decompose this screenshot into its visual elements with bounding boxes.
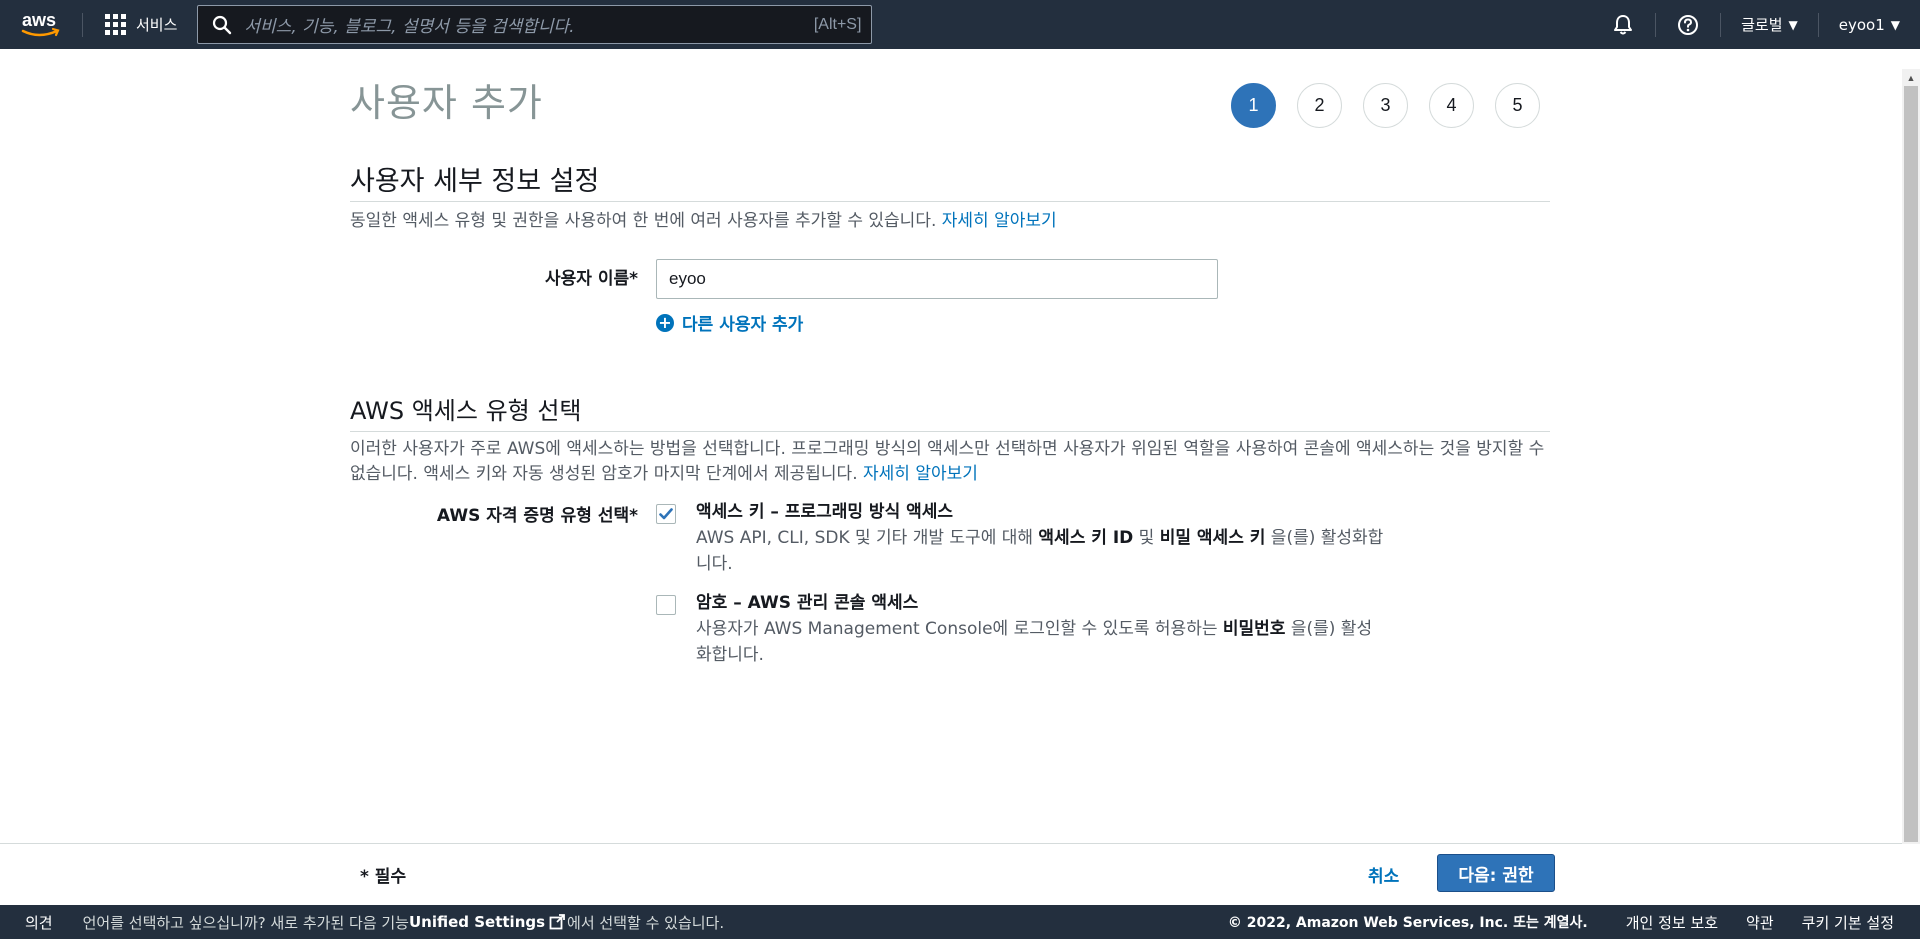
account-dropdown[interactable]: eyoo1 ▼ (1819, 0, 1920, 49)
search-icon (213, 15, 232, 34)
nav-right: 글로벌 ▼ eyoo1 ▼ (1591, 0, 1920, 49)
description-text: 동일한 액세스 유형 및 권한을 사용하여 한 번에 여러 사용자를 추가할 수… (350, 211, 937, 231)
step-4[interactable]: 4 (1429, 83, 1474, 128)
aws-logo-icon: aws (21, 10, 60, 36)
user-details-heading: 사용자 세부 정보 설정 (350, 166, 600, 197)
top-navigation: aws 서비스 서비스, 기능, 블로그, 설명서 등을 검색합니다. [Alt… (0, 0, 1920, 49)
option-title: 암호 – AWS 관리 콘솔 액세스 (696, 593, 919, 613)
search-shortcut: [Alt+S] (813, 15, 862, 33)
services-label: 서비스 (136, 16, 178, 34)
external-link-icon (549, 914, 565, 930)
aws-logo[interactable]: aws (0, 0, 82, 49)
console-footer: 의견 언어를 선택하고 싶으십니까? 새로 추가된 다음 기능 Unified … (0, 905, 1920, 939)
user-details-description: 동일한 액세스 유형 및 권한을 사용하여 한 번에 여러 사용자를 추가할 수… (350, 209, 1550, 234)
step-2[interactable]: 2 (1297, 83, 1342, 128)
step-1[interactable]: 1 (1231, 83, 1276, 128)
svg-text:aws: aws (22, 10, 56, 30)
plus-circle-icon: + (656, 313, 674, 332)
cancel-button[interactable]: 취소 (1368, 862, 1399, 887)
username-label: 사용자 이름* (544, 269, 638, 289)
option-description: AWS API, CLI, SDK 및 기타 개발 도구에 대해 액세스 키 I… (696, 528, 1384, 574)
wizard-steps: 1 2 3 4 5 (1231, 83, 1540, 128)
option-title: 액세스 키 – 프로그래밍 방식 액세스 (696, 502, 954, 522)
footer-links: © 2022, Amazon Web Services, Inc. 또는 계열사… (1228, 905, 1920, 939)
add-another-user-label: 다른 사용자 추가 (682, 315, 804, 335)
caret-down-icon: ▼ (1890, 17, 1900, 32)
required-note: * 필수 (360, 867, 407, 887)
search-input[interactable]: 서비스, 기능, 블로그, 설명서 등을 검색합니다. [Alt+S] (197, 5, 873, 44)
caret-down-icon: ▼ (1788, 17, 1798, 32)
access-type-heading: AWS 액세스 유형 선택 (350, 397, 582, 425)
notifications-button[interactable] (1591, 0, 1655, 49)
credential-type-label: AWS 자격 증명 유형 선택* (436, 506, 638, 526)
grid-icon (105, 14, 126, 35)
password-option: 암호 – AWS 관리 콘솔 액세스 사용자가 AWS Management C… (696, 590, 1396, 668)
scroll-up-arrow-icon[interactable]: ▲ (1902, 69, 1920, 86)
section-divider (350, 431, 1550, 432)
username-field[interactable] (656, 259, 1218, 299)
learn-more-link[interactable]: 자세히 알아보기 (863, 464, 978, 484)
region-dropdown[interactable]: 글로벌 ▼ (1721, 0, 1818, 49)
step-3[interactable]: 3 (1363, 83, 1408, 128)
page-scrollbar[interactable]: ▲ (1902, 69, 1920, 844)
bell-icon (1614, 14, 1633, 34)
region-label: 글로벌 (1741, 16, 1783, 34)
terms-link[interactable]: 약관 (1746, 912, 1774, 933)
access-key-option: 액세스 키 – 프로그래밍 방식 액세스 AWS API, CLI, SDK 및… (696, 499, 1396, 577)
checkmark-icon (659, 508, 673, 520)
page-title: 사용자 추가 (350, 81, 543, 125)
cookie-preferences-link[interactable]: 쿠키 기본 설정 (1802, 912, 1894, 933)
next-permissions-button[interactable]: 다음: 권한 (1437, 854, 1555, 892)
wizard-action-bar: * 필수 취소 다음: 권한 (0, 843, 1902, 905)
help-icon (1678, 14, 1699, 35)
access-key-checkbox[interactable] (656, 504, 676, 524)
access-type-description: 이러한 사용자가 주로 AWS에 액세스하는 방법을 선택합니다. 프로그래밍 … (350, 437, 1550, 487)
section-divider (350, 201, 1550, 202)
feedback-link[interactable]: 의견 (0, 912, 83, 933)
add-another-user-button[interactable]: + 다른 사용자 추가 (656, 310, 803, 335)
help-button[interactable] (1656, 0, 1720, 49)
learn-more-link[interactable]: 자세히 알아보기 (942, 211, 1057, 231)
scroll-thumb[interactable] (1904, 86, 1918, 842)
password-checkbox[interactable] (656, 595, 676, 615)
step-5[interactable]: 5 (1495, 83, 1540, 128)
services-menu-button[interactable]: 서비스 (83, 0, 195, 49)
language-message: 언어를 선택하고 싶으십니까? 새로 추가된 다음 기능 Unified Set… (82, 913, 725, 932)
account-label: eyoo1 (1838, 15, 1885, 34)
option-description: 사용자가 AWS Management Console에 로그인할 수 있도록 … (696, 619, 1373, 665)
copyright-text: © 2022, Amazon Web Services, Inc. 또는 계열사… (1227, 915, 1588, 931)
search-placeholder: 서비스, 기능, 블로그, 설명서 등을 검색합니다. (244, 17, 575, 37)
privacy-link[interactable]: 개인 정보 보호 (1626, 912, 1718, 933)
unified-settings-link[interactable]: Unified Settings (409, 913, 567, 931)
